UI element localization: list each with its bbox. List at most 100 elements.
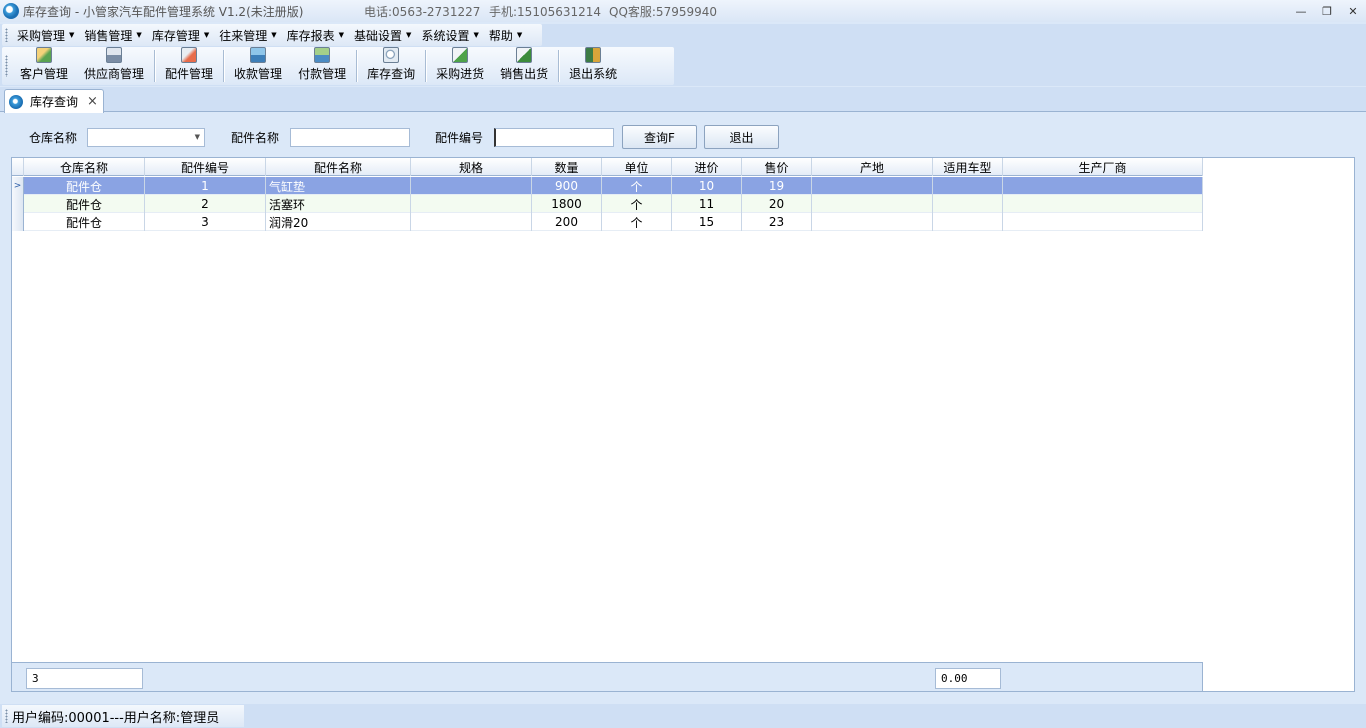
table-cell[interactable]	[933, 195, 1003, 213]
table-cell[interactable]	[411, 177, 532, 195]
table-cell[interactable]	[812, 177, 933, 195]
row-header[interactable]	[12, 195, 24, 213]
table-row[interactable]: > 配件仓 1 气缸垫 900 个 10 19	[12, 177, 1203, 195]
supplier-button[interactable]: 供应商管理	[76, 47, 152, 85]
customer-button[interactable]: 客户管理	[12, 47, 76, 85]
table-cell[interactable]	[1003, 177, 1203, 195]
table-cell[interactable]: 2	[145, 195, 266, 213]
table-cell[interactable]	[933, 177, 1003, 195]
toolbar-strip: 客户管理 供应商管理 配件管理 收款管理 付款管理 库存查询 采购进货 销售出货…	[2, 47, 674, 85]
table-cell[interactable]: 配件仓	[24, 177, 145, 195]
column-header[interactable]: 配件名称	[266, 158, 411, 176]
chevron-down-icon: ▼	[69, 31, 75, 39]
table-cell[interactable]	[812, 195, 933, 213]
table-cell[interactable]: 10	[672, 177, 742, 195]
part-no-input[interactable]	[494, 128, 614, 147]
table-cell[interactable]: 个	[602, 213, 672, 231]
part-name-label: 配件名称	[231, 131, 280, 145]
table-cell[interactable]	[411, 195, 532, 213]
toolbar-grip-icon[interactable]	[5, 55, 8, 77]
exit-button[interactable]: 退出	[704, 125, 779, 149]
purchase-icon	[452, 47, 469, 63]
menu-basic-settings[interactable]: 基础设置 ▼	[349, 24, 416, 46]
purchase-button[interactable]: 采购进货	[428, 47, 492, 85]
table-cell[interactable]: 个	[602, 195, 672, 213]
table-cell[interactable]: 200	[532, 213, 602, 231]
toolbar-separator	[558, 50, 560, 82]
user-info: 用户编码:00001---用户名称:管理员	[12, 710, 220, 726]
menu-grip-icon[interactable]	[5, 28, 8, 42]
table-cell[interactable]: 个	[602, 177, 672, 195]
chevron-down-icon[interactable]: ▼	[195, 133, 200, 141]
part-name-input[interactable]	[290, 128, 410, 147]
menu-help[interactable]: 帮助 ▼	[484, 24, 527, 46]
close-icon[interactable]: ✕	[1340, 0, 1366, 22]
menu-system-settings[interactable]: 系统设置 ▼	[416, 24, 483, 46]
column-header[interactable]: 适用车型	[933, 158, 1003, 176]
table-cell[interactable]: 19	[742, 177, 812, 195]
receipt-icon	[250, 47, 267, 63]
parts-button[interactable]: 配件管理	[157, 47, 221, 85]
column-header[interactable]: 单位	[602, 158, 672, 176]
column-header[interactable]: 售价	[742, 158, 812, 176]
restore-icon[interactable]: ❐	[1314, 0, 1340, 22]
exit-system-button[interactable]: 退出系统	[561, 47, 625, 85]
column-header[interactable]: 仓库名称	[24, 158, 145, 176]
app-logo-icon	[3, 3, 19, 19]
menu-reports[interactable]: 库存报表 ▼	[282, 24, 349, 46]
column-header[interactable]: 配件编号	[145, 158, 266, 176]
grid-header: 仓库名称 配件编号 配件名称 规格 数量 单位 进价 售价 产地 适用车型 生产…	[12, 158, 1203, 176]
toolbar-separator	[356, 50, 358, 82]
toolbar-separator	[154, 50, 156, 82]
minimize-icon[interactable]: —	[1288, 0, 1314, 22]
table-cell[interactable]	[1003, 213, 1203, 231]
query-button[interactable]: 查询F	[622, 125, 697, 149]
table-cell[interactable]: 气缸垫	[266, 177, 411, 195]
menu-purchase[interactable]: 采购管理 ▼	[12, 24, 79, 46]
mobile-info: 手机:15105631214	[489, 4, 602, 19]
exit-icon	[585, 47, 602, 63]
table-cell[interactable]: 23	[742, 213, 812, 231]
column-header[interactable]: 数量	[532, 158, 602, 176]
table-cell[interactable]: 配件仓	[24, 195, 145, 213]
menu-sales[interactable]: 销售管理 ▼	[79, 24, 146, 46]
table-cell[interactable]: 活塞环	[266, 195, 411, 213]
warehouse-select[interactable]: ▼	[87, 128, 205, 147]
receipt-button[interactable]: 收款管理	[226, 47, 290, 85]
stock-query-icon	[383, 47, 400, 63]
table-cell[interactable]: 1800	[532, 195, 602, 213]
column-header[interactable]: 生产厂商	[1003, 158, 1203, 176]
table-cell[interactable]: 配件仓	[24, 213, 145, 231]
stock-query-button[interactable]: 库存查询	[359, 47, 423, 85]
table-row[interactable]: 配件仓 3 润滑20 200 个 15 23	[12, 213, 1203, 231]
payment-button[interactable]: 付款管理	[290, 47, 354, 85]
menu-accounts[interactable]: 往来管理 ▼	[214, 24, 281, 46]
table-cell[interactable]: 11	[672, 195, 742, 213]
chevron-down-icon: ▼	[516, 31, 523, 39]
table-cell[interactable]	[933, 213, 1003, 231]
menu-inventory[interactable]: 库存管理 ▼	[147, 24, 214, 46]
column-header[interactable]: 规格	[411, 158, 532, 176]
customer-icon	[36, 47, 52, 63]
sales-button[interactable]: 销售出货	[492, 47, 556, 85]
total-value: 0.00	[935, 668, 1001, 689]
column-header[interactable]: 产地	[812, 158, 933, 176]
table-cell[interactable]: 900	[532, 177, 602, 195]
table-cell[interactable]	[411, 213, 532, 231]
table-cell[interactable]: 3	[145, 213, 266, 231]
column-header[interactable]: 进价	[672, 158, 742, 176]
close-icon[interactable]: ×	[87, 94, 98, 109]
table-cell[interactable]: 润滑20	[266, 213, 411, 231]
row-indicator-icon[interactable]: >	[12, 177, 24, 195]
row-header[interactable]	[12, 213, 24, 231]
table-cell[interactable]	[812, 213, 933, 231]
chevron-down-icon: ▼	[406, 31, 412, 39]
table-cell[interactable]	[1003, 195, 1203, 213]
tab-stock-query[interactable]: 库存查询 ×	[4, 89, 104, 113]
table-cell[interactable]: 15	[672, 213, 742, 231]
table-cell[interactable]: 1	[145, 177, 266, 195]
inventory-grid[interactable]: 仓库名称 配件编号 配件名称 规格 数量 单位 进价 售价 产地 适用车型 生产…	[11, 157, 1355, 692]
table-row[interactable]: 配件仓 2 活塞环 1800 个 11 20	[12, 195, 1203, 213]
status-grip-icon	[5, 709, 8, 723]
table-cell[interactable]: 20	[742, 195, 812, 213]
